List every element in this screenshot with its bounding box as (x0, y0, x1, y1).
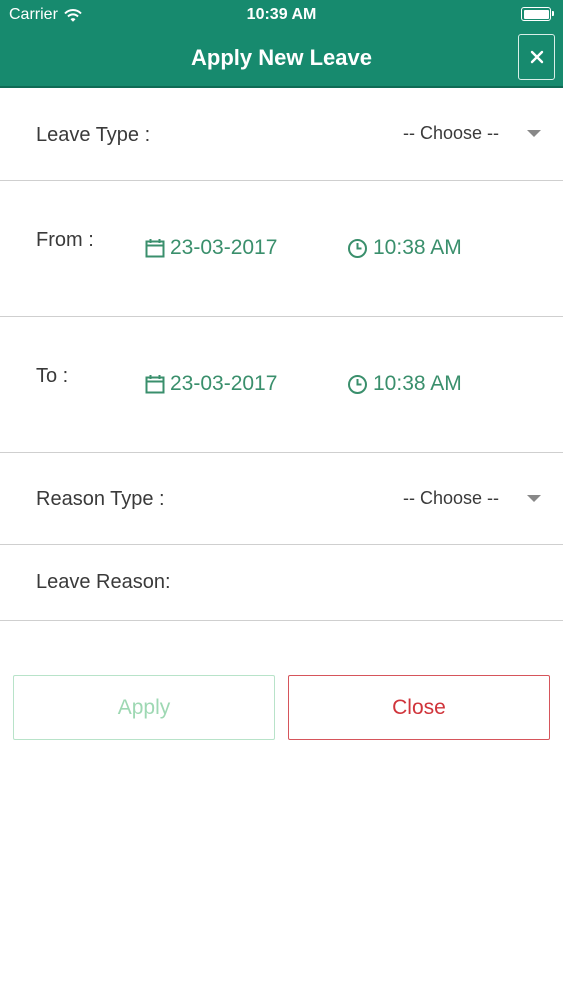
calendar-icon (145, 375, 165, 394)
apply-button[interactable]: Apply (13, 675, 275, 740)
reason-type-label: Reason Type : (36, 488, 165, 510)
to-row: To : 23-03-2017 10:38 AM (0, 317, 563, 453)
reason-type-select[interactable]: -- Choose -- (403, 488, 541, 509)
to-label: To : (36, 365, 69, 387)
leave-type-select[interactable]: -- Choose -- (403, 123, 541, 144)
reason-type-row: Reason Type : -- Choose -- (0, 453, 563, 545)
from-date-picker[interactable]: 23-03-2017 (145, 236, 277, 260)
to-date-picker[interactable]: 23-03-2017 (145, 372, 277, 396)
battery-icon (521, 7, 554, 21)
calendar-icon (145, 239, 165, 258)
to-time-value: 10:38 AM (373, 372, 462, 395)
leave-reason-row[interactable]: Leave Reason: (0, 545, 563, 621)
from-date-value: 23-03-2017 (170, 236, 278, 259)
to-time-picker[interactable]: 10:38 AM (347, 372, 462, 396)
clock-icon (348, 238, 367, 258)
leave-reason-label: Leave Reason: (36, 571, 171, 593)
chevron-down-icon (527, 130, 541, 137)
from-time-picker[interactable]: 10:38 AM (347, 236, 462, 260)
leave-type-row: Leave Type : -- Choose -- (0, 88, 563, 181)
clock-icon (348, 374, 367, 394)
header-close-button[interactable] (518, 34, 555, 80)
to-date-value: 23-03-2017 (170, 372, 278, 395)
page-title: Apply New Leave (191, 45, 372, 70)
from-row: From : 23-03-2017 10:38 AM (0, 181, 563, 317)
chevron-down-icon (527, 495, 541, 502)
leave-type-value: -- Choose -- (402, 123, 499, 143)
close-icon (530, 50, 543, 64)
app-header: Carrier 10:39 AM Apply New Leave (0, 0, 563, 88)
from-label: From : (36, 229, 94, 251)
status-time: 10:39 AM (246, 6, 317, 23)
from-time-value: 10:38 AM (373, 236, 462, 259)
reason-type-value: -- Choose -- (402, 488, 499, 508)
status-bar: Carrier 10:39 AM (0, 0, 563, 30)
close-button[interactable]: Close (288, 675, 550, 740)
leave-type-label: Leave Type : (36, 124, 151, 146)
